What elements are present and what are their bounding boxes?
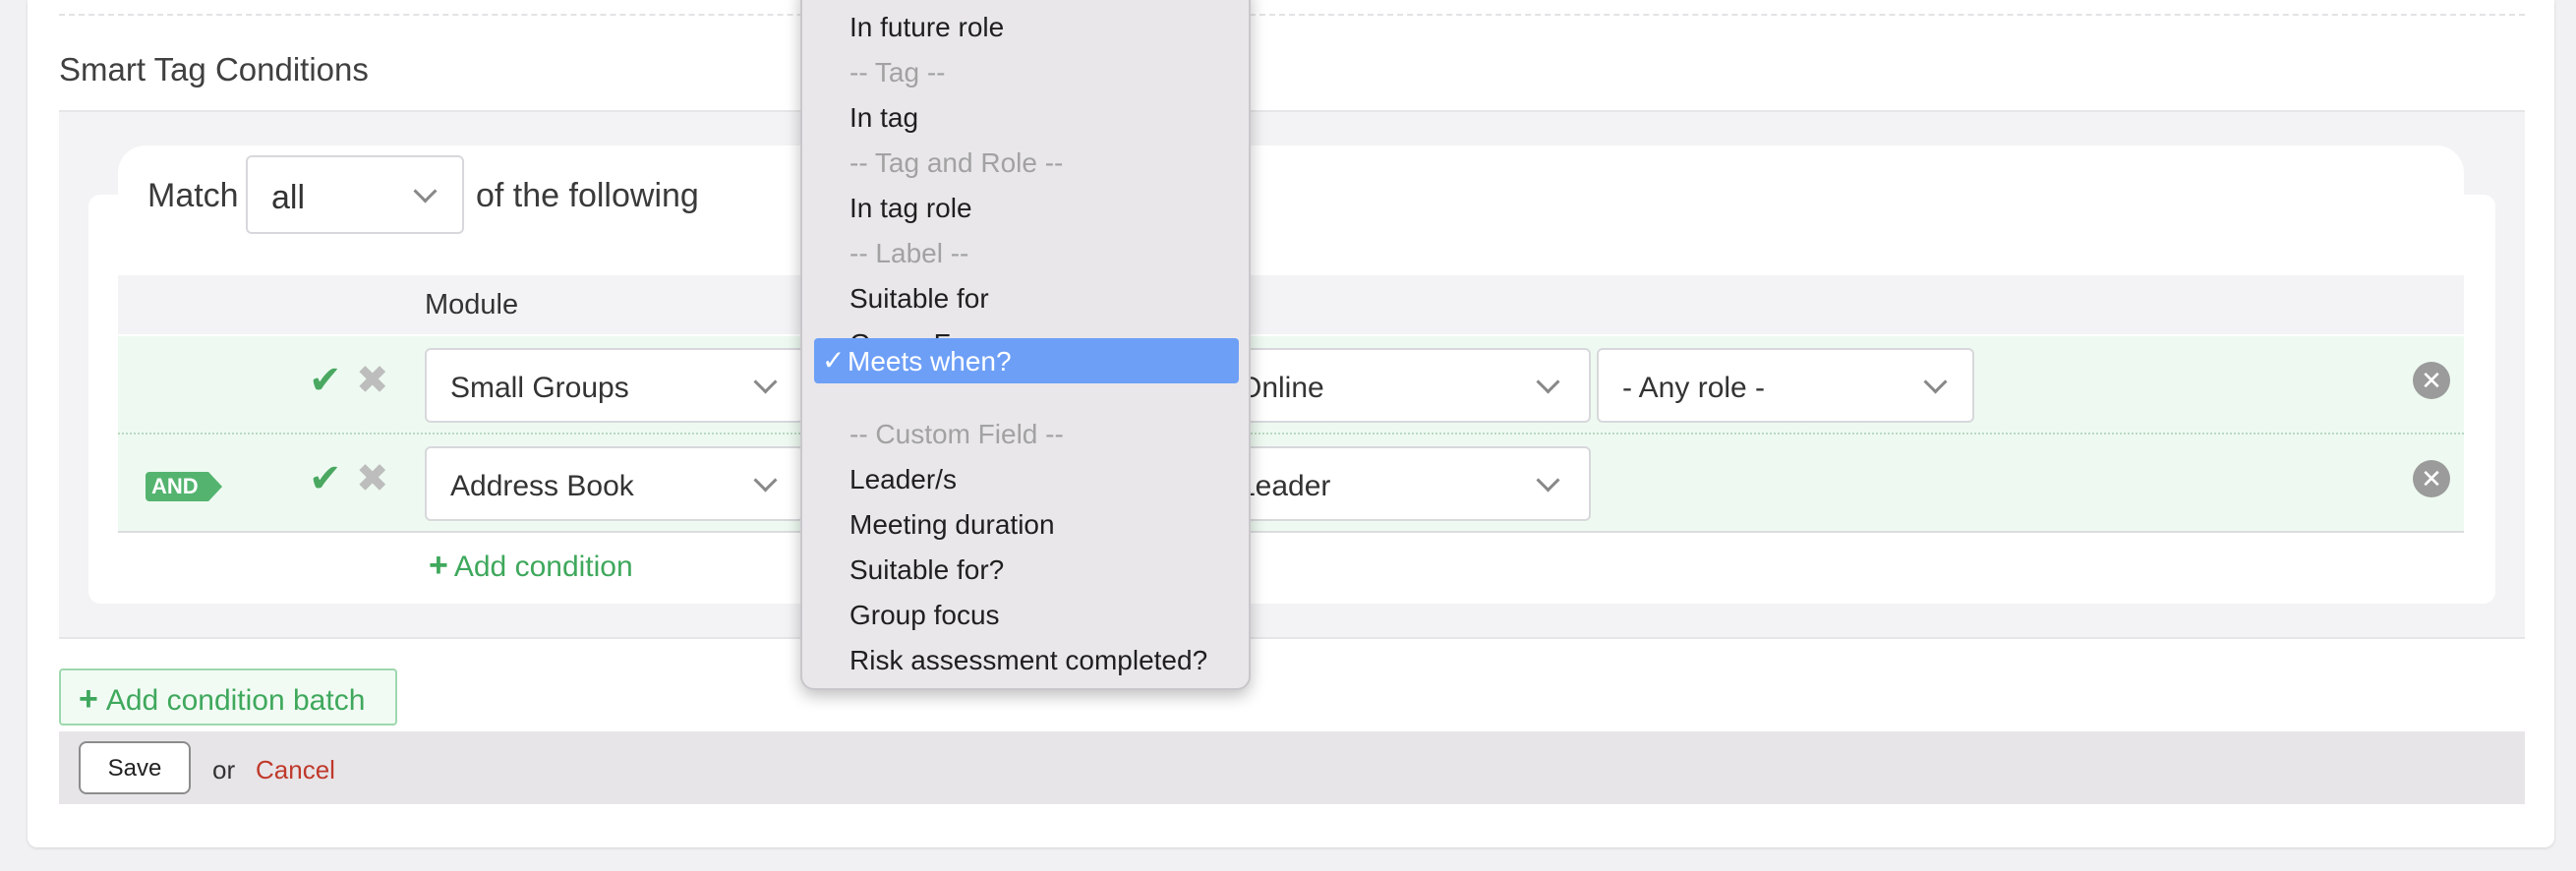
match-label: Match [147, 177, 239, 214]
dropdown-option[interactable]: In tag role [849, 193, 972, 224]
match-mode-value: all [271, 179, 306, 216]
dropdown-option[interactable]: Risk assessment completed? [849, 645, 1207, 676]
plus-icon: + [429, 547, 448, 584]
form-footer [59, 731, 2525, 804]
match-suffix: of the following [476, 177, 699, 214]
chevron-down-icon [1923, 370, 1948, 394]
add-condition-link[interactable]: + Add condition [429, 547, 633, 585]
dropdown-group-label: -- Tag and Role -- [849, 147, 1064, 178]
confirm-condition-icon[interactable]: ✔ [309, 456, 342, 501]
confirm-condition-icon[interactable]: ✔ [309, 358, 342, 403]
chevron-down-icon [1536, 468, 1560, 493]
add-condition-label: Add condition [453, 551, 633, 583]
dropdown-option[interactable]: Suitable for? [849, 554, 1004, 586]
dropdown-option[interactable]: In future role [849, 12, 1004, 43]
and-connector-badge: AND [146, 472, 222, 501]
chevron-down-icon [413, 179, 438, 203]
add-batch-label: Add condition batch [105, 684, 366, 717]
delete-condition-icon[interactable]: ✖ [356, 456, 389, 501]
dropdown-option[interactable]: Suitable for [849, 283, 989, 315]
module-select-value: Small Groups [450, 372, 629, 404]
role-select[interactable]: - Any role - [1597, 348, 1974, 423]
module-select[interactable]: Small Groups [425, 348, 804, 423]
role-select-value: - Any role - [1622, 372, 1766, 404]
dropdown-option-label: Meets when? [848, 346, 1012, 377]
dropdown-group-label: -- Label -- [849, 238, 969, 268]
dropdown-option[interactable]: Meeting duration [849, 509, 1055, 541]
cancel-link[interactable]: Cancel [256, 755, 335, 785]
dropdown-option[interactable]: Group focus [849, 600, 1000, 631]
dropdown-option[interactable]: In tag [849, 102, 918, 134]
dropdown-option-selected[interactable]: ✓ Meets when? [814, 338, 1239, 383]
field-dropdown-menu: In future role -- Tag -- In tag -- Tag a… [800, 0, 1251, 690]
chevron-down-icon [753, 370, 778, 394]
module-select-value: Address Book [450, 470, 634, 502]
top-divider [59, 14, 2525, 16]
add-condition-batch-button[interactable]: + Add condition batch [59, 668, 397, 726]
checkmark-icon: ✓ [822, 345, 846, 376]
section-title: Smart Tag Conditions [59, 51, 369, 87]
match-mode-select[interactable]: all [246, 155, 464, 234]
column-header-module: Module [425, 289, 519, 320]
remove-condition-icon[interactable]: ✕ [2413, 362, 2450, 399]
chevron-down-icon [1536, 370, 1560, 394]
delete-condition-icon[interactable]: ✖ [356, 358, 389, 403]
chevron-down-icon [753, 468, 778, 493]
dropdown-group-label: -- Tag -- [849, 57, 946, 87]
dropdown-option[interactable]: Leader/s [849, 464, 957, 495]
or-text: or [212, 755, 236, 784]
condition-batch-tab [118, 145, 2464, 201]
plus-icon: + [79, 680, 98, 718]
save-button[interactable]: Save [79, 741, 191, 794]
module-select[interactable]: Address Book [425, 446, 804, 521]
dropdown-group-label: -- Custom Field -- [849, 419, 1064, 449]
remove-condition-icon[interactable]: ✕ [2413, 460, 2450, 497]
value-select-value: Leader [1239, 470, 1331, 502]
value-select-value: Online [1239, 372, 1324, 404]
